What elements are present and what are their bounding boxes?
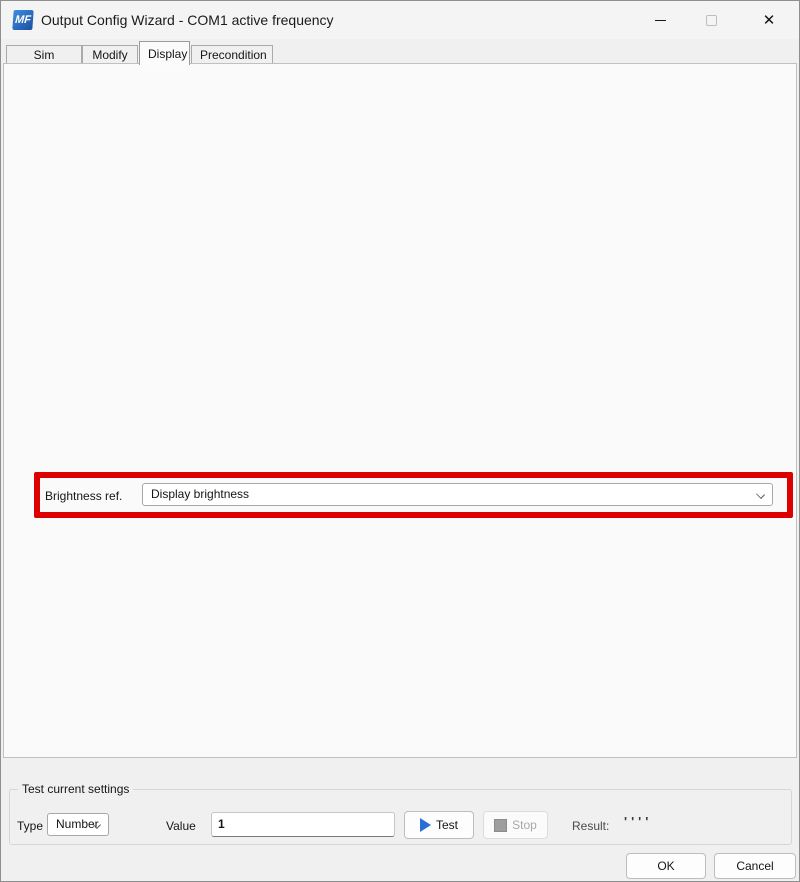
stop-button: Stop bbox=[483, 811, 548, 839]
stop-icon bbox=[494, 819, 507, 832]
tab-display[interactable]: Display bbox=[139, 41, 190, 65]
test-type-label: Type bbox=[17, 819, 43, 833]
test-settings-legend: Test current settings bbox=[18, 782, 133, 796]
result-value: '''' bbox=[624, 814, 652, 829]
tab-precondition[interactable]: Precondition bbox=[191, 45, 273, 64]
test-type-dropdown[interactable]: Number bbox=[47, 813, 109, 836]
maximize-icon bbox=[706, 15, 717, 26]
ok-button[interactable]: OK bbox=[626, 853, 706, 879]
brightness-ref-label: Brightness ref. bbox=[45, 489, 122, 503]
test-button[interactable]: Test bbox=[404, 811, 474, 839]
close-button[interactable]: ✕ bbox=[746, 1, 792, 39]
close-icon: ✕ bbox=[763, 11, 776, 29]
play-icon bbox=[420, 818, 431, 832]
test-value-label: Value bbox=[166, 819, 196, 833]
cancel-button-label: Cancel bbox=[736, 859, 773, 873]
mobiflight-logo-icon: MF bbox=[12, 10, 33, 30]
chevron-down-icon bbox=[756, 490, 765, 499]
brightness-ref-dropdown[interactable]: Display brightness bbox=[142, 483, 773, 506]
display-tab-page bbox=[3, 63, 797, 758]
test-value-input[interactable]: 1 bbox=[211, 812, 395, 837]
output-config-wizard-window: MF Output Config Wizard - COM1 active fr… bbox=[0, 0, 800, 882]
tab-sim-variable[interactable]: Sim Variable bbox=[6, 45, 82, 64]
tab-modify[interactable]: Modify bbox=[82, 45, 138, 64]
title-bar: MF Output Config Wizard - COM1 active fr… bbox=[1, 1, 799, 39]
minimize-button[interactable] bbox=[637, 1, 683, 39]
stop-button-label: Stop bbox=[512, 818, 537, 832]
window-title: Output Config Wizard - COM1 active frequ… bbox=[41, 12, 334, 28]
ok-button-label: OK bbox=[657, 859, 674, 873]
test-button-label: Test bbox=[436, 818, 458, 832]
minimize-icon bbox=[655, 20, 666, 21]
test-settings-group: Test current settings bbox=[9, 789, 792, 845]
maximize-button bbox=[688, 1, 734, 39]
result-label: Result: bbox=[572, 819, 609, 833]
cancel-button[interactable]: Cancel bbox=[714, 853, 796, 879]
brightness-ref-dropdown-value: Display brightness bbox=[151, 487, 249, 501]
